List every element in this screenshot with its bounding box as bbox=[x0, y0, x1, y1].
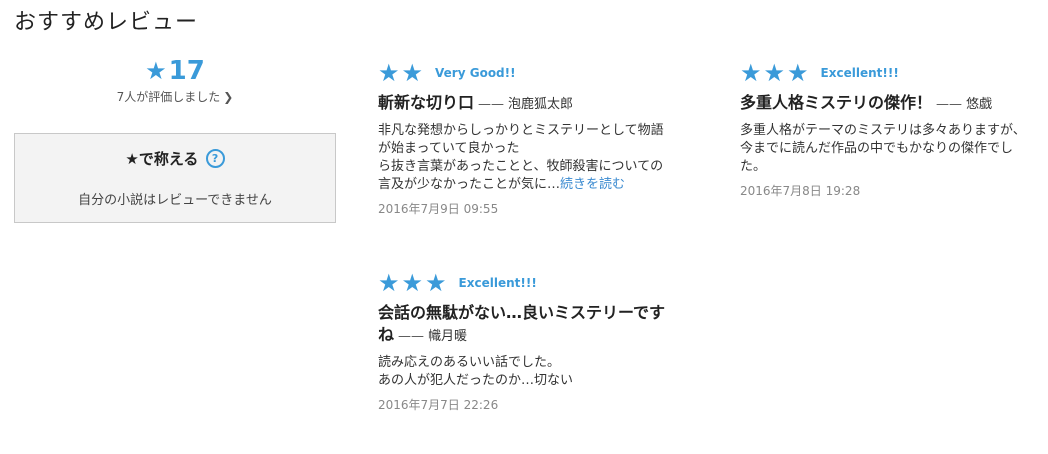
praise-note: 自分の小説はレビューできません bbox=[78, 193, 272, 208]
review-title: 斬新な切り口 —— 泡鹿狐太郎 bbox=[378, 92, 698, 116]
star-icon: ★ bbox=[145, 57, 167, 85]
help-icon[interactable]: ? bbox=[205, 149, 225, 168]
review-rating: ★★★ Excellent!!! bbox=[740, 60, 1048, 86]
review-title-text: 会話の無駄がない…良いミステリーです bbox=[378, 303, 666, 322]
star-rating-icons: ★★ bbox=[378, 59, 426, 87]
body-line: 非凡な発想からしっかりとミステリーとして物語 bbox=[378, 123, 664, 138]
review-title: 会話の無駄がない…良いミステリーです ね —— 幟月暖 bbox=[378, 302, 698, 348]
separator: —— bbox=[398, 329, 425, 344]
review-body: 読み応えのあるいい話でした。 あの人が犯人だったのか…切ない bbox=[378, 354, 698, 390]
rating-label: Excellent!!! bbox=[458, 276, 537, 290]
body-line: 言及が少なかったことが気に… bbox=[378, 177, 561, 192]
score-value: 17 bbox=[168, 56, 205, 86]
chevron-right-icon: ❯ bbox=[223, 90, 234, 104]
review-date: 2016年7月7日 22:26 bbox=[378, 398, 499, 412]
review-rating: ★★★ Excellent!!! bbox=[378, 270, 698, 296]
rating-label: Very Good!! bbox=[435, 66, 516, 80]
praise-title-text: で称える bbox=[138, 150, 199, 168]
review-rating: ★★ Very Good!! bbox=[378, 60, 698, 86]
review-title-text: 多重人格ミステリの傑作！ bbox=[740, 93, 933, 112]
body-line: 多重人格がテーマのミステリは多々ありますが、 bbox=[740, 123, 1026, 138]
review-body: 多重人格がテーマのミステリは多々ありますが、 今までに読んだ作品の中でもかなりの… bbox=[740, 122, 1048, 176]
body-line: が始まっていて良かった bbox=[378, 141, 520, 156]
read-more-link[interactable]: 続きを読む bbox=[560, 177, 625, 192]
review-card: ★★ Very Good!! 斬新な切り口 —— 泡鹿狐太郎 非凡な発想からしっかり… bbox=[378, 60, 698, 217]
review-author: 幟月暖 bbox=[428, 329, 468, 344]
review-author: 泡鹿狐太郎 bbox=[508, 97, 574, 112]
section-title: おすすめレビュー bbox=[14, 10, 199, 35]
praise-title: ★で称える ? bbox=[15, 148, 335, 169]
rating-count-link[interactable]: 7人が評価しました ❯ bbox=[117, 88, 234, 105]
rating-count-text: 7人が評価しました bbox=[116, 90, 221, 104]
review-card: ★★★ Excellent!!! 会話の無駄がない…良いミステリーです ね —— 幟… bbox=[378, 270, 698, 413]
star-rating-icons: ★★★ bbox=[378, 269, 449, 297]
praise-box: ★で称える ? 自分の小説はレビューできません bbox=[14, 133, 336, 223]
star-icon: ★ bbox=[125, 150, 139, 168]
review-title-text: 斬新な切り口 bbox=[378, 93, 475, 112]
body-line: 今までに読んだ作品の中でもかなりの傑作でし bbox=[740, 141, 1014, 156]
review-title-text: ね bbox=[378, 325, 395, 344]
body-line: た。 bbox=[740, 159, 767, 174]
body-line: ら抜き言葉があったことと、牧師殺害についての bbox=[378, 159, 664, 174]
body-line: あの人が犯人だったのか…切ない bbox=[378, 373, 574, 388]
rating-summary: ★17 7人が評価しました ❯ bbox=[14, 56, 336, 105]
review-title: 多重人格ミステリの傑作！ —— 悠戯 bbox=[740, 92, 1048, 116]
body-line: 読み応えのあるいい話でした。 bbox=[378, 355, 561, 370]
star-rating-icons: ★★★ bbox=[740, 59, 811, 87]
average-score: ★17 bbox=[14, 56, 336, 86]
review-date: 2016年7月8日 19:28 bbox=[740, 184, 861, 198]
review-card: ★★★ Excellent!!! 多重人格ミステリの傑作！ —— 悠戯 多重人格がテ… bbox=[740, 60, 1048, 199]
review-author: 悠戯 bbox=[966, 97, 993, 112]
review-body: 非凡な発想からしっかりとミステリーとして物語 が始まっていて良かった ら抜き言葉… bbox=[378, 122, 698, 194]
rating-label: Excellent!!! bbox=[820, 66, 899, 80]
separator: —— bbox=[936, 97, 963, 112]
separator: —— bbox=[478, 97, 505, 112]
review-date: 2016年7月9日 09:55 bbox=[378, 202, 499, 216]
